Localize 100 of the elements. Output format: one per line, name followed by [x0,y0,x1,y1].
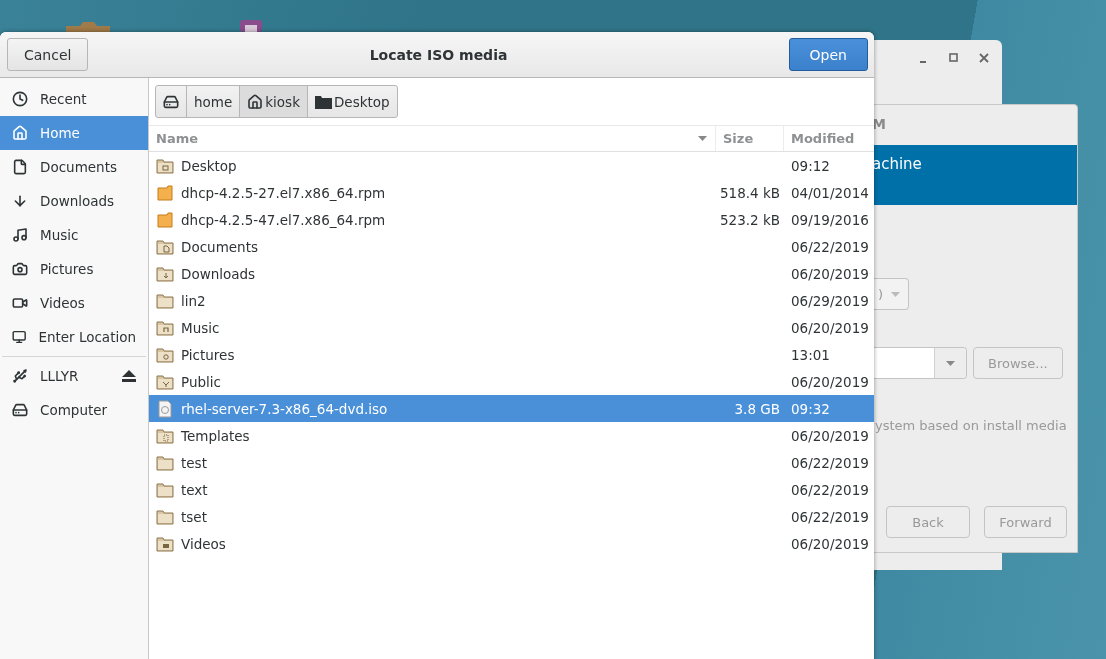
file-row[interactable]: Documents 06/22/2019 [149,233,874,260]
package-icon [156,210,174,229]
sidebar-item[interactable]: Music [0,218,148,252]
place-label: Recent [40,91,88,107]
folder-icon [156,507,174,526]
place-label: Downloads [40,193,116,209]
sidebar-item[interactable]: Enter Location [0,320,148,354]
sidebar-item[interactable]: Videos [0,286,148,320]
file-name: Pictures [181,346,235,363]
path-button[interactable]: kiosk [239,85,308,118]
file-row[interactable]: text 06/22/2019 [149,476,874,503]
file-row[interactable]: Public 06/20/2019 [149,368,874,395]
file-size: 523.2 kB [719,211,781,228]
sidebar-item[interactable]: Pictures [0,252,148,286]
home-icon [247,93,264,110]
folder-icon [314,94,332,109]
file-name: dhcp-4.2.5-27.el7.x86_64.rpm [181,184,386,201]
file-modified: 06/20/2019 [790,265,870,282]
file-modified: 09/19/2016 [790,211,870,228]
file-name: dhcp-4.2.5-47.el7.x86_64.rpm [181,211,386,228]
document-icon [12,159,28,175]
file-modified: 09:32 [790,400,831,417]
file-row[interactable]: Videos 06/20/2019 [149,530,874,557]
place-label: Computer [40,402,109,418]
app-icon [240,20,262,32]
place-label: Videos [40,295,86,311]
place-label: Pictures [40,261,95,277]
file-modified: 04/01/2014 [790,184,870,201]
file-modified: 13:01 [790,346,831,363]
dialog-title: Locate ISO media [369,46,508,63]
drive-icon [163,93,179,110]
option-label: ystem based on install media [874,418,1067,433]
maximize-icon[interactable] [948,52,960,64]
path-button[interactable] [155,85,187,118]
caret-icon [946,360,955,366]
path-button[interactable]: home [186,85,241,118]
file-row[interactable]: test 06/22/2019 [149,449,874,476]
place-label: Home [40,125,81,141]
folder-icon [156,534,174,553]
sidebar-item[interactable]: Downloads [0,184,148,218]
folder-icon [156,237,174,256]
file-name: text [181,481,208,498]
folder-icon [156,372,174,391]
place-label: LLLYR [40,368,80,384]
folder-icon [156,345,174,364]
file-modified: 06/20/2019 [790,373,870,390]
file-modified: 06/22/2019 [790,238,870,255]
download-icon [12,193,28,209]
file-name: Music [181,319,220,336]
folder-icon [156,291,174,310]
folder-icon [156,156,174,175]
file-name: tset [181,508,207,525]
file-modified: 06/20/2019 [790,535,870,552]
place-label: Documents [40,159,118,175]
file-modified: 06/22/2019 [790,481,870,498]
music-icon [12,227,28,243]
folder-icon [156,480,174,499]
file-modified: 06/20/2019 [790,427,870,444]
disc-file-icon [156,399,174,418]
file-row[interactable]: Music 06/20/2019 [149,314,874,341]
close-icon[interactable] [978,52,990,64]
file-row[interactable]: tset 06/22/2019 [149,503,874,530]
monitor-icon [12,329,27,345]
package-icon [156,183,174,202]
file-modified: 06/22/2019 [790,454,870,471]
file-name: Templates [181,427,250,444]
file-name: Videos [181,535,226,552]
file-modified: 09:12 [790,157,831,174]
sidebar-item[interactable]: Computer [0,393,148,427]
cancel-button[interactable]: Cancel [7,38,89,71]
file-size: 3.8 GB [734,400,781,417]
video-icon [12,295,28,311]
home-icon [12,125,28,141]
eject-icon[interactable] [122,370,136,382]
file-name: test [181,454,207,471]
file-row[interactable]: dhcp-4.2.5-47.el7.x86_64.rpm 523.2 kB 09/19/2016 [149,206,874,233]
file-row[interactable]: Templates 06/20/2019 [149,422,874,449]
clock-icon [12,91,28,107]
camera-icon [12,261,28,277]
place-label: Music [40,227,80,243]
file-modified: 06/22/2019 [790,508,870,525]
file-size: 518.4 kB [719,184,781,201]
caret-icon [891,291,900,297]
sidebar-item[interactable]: LLLYR [0,359,148,393]
path-button[interactable]: Desktop [306,85,398,118]
folder-icon [156,264,174,283]
file-row[interactable]: Pictures 13:01 [149,341,874,368]
file-name: Downloads [181,265,256,282]
file-modified: 06/29/2019 [790,292,870,309]
sidebar-item[interactable]: Recent [0,82,148,116]
file-name: Public [181,373,221,390]
place-label: Enter Location [38,329,136,345]
file-name: Documents [181,238,258,255]
sidebar-item[interactable]: Documents [0,150,148,184]
folder-icon [156,318,174,337]
file-name: lin2 [181,292,206,309]
folder-icon [156,426,174,445]
file-name: rhel-server-7.3-x86_64-dvd.iso [181,400,388,417]
open-button[interactable]: Open [788,38,868,71]
file-modified: 06/20/2019 [790,319,870,336]
